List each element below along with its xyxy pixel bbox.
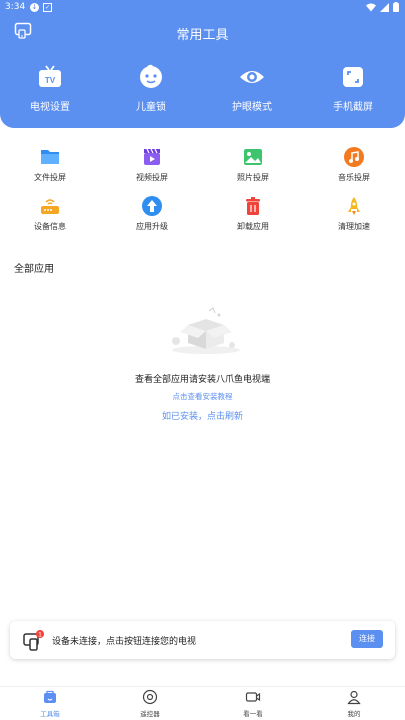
bottom-tab-bar: 工具箱 遥控器 看一看 我的 [0,686,405,720]
tool-device-info[interactable]: 设备信息 [15,195,85,232]
all-apps-title: 全部应用 [14,264,54,275]
tab-label: 工具箱 [40,710,60,718]
empty-message: 查看全部应用请安装八爪鱼电视端 [134,375,270,385]
status-bar: 3:34 ↓ ✓ [0,0,405,16]
quick-action-label: 儿童锁 [136,102,166,113]
task-notification-icon: ✓ [43,3,52,12]
connection-message: 设备未连接，点击按钮连接您的电视 [52,637,197,647]
quick-action-tv-settings[interactable]: TV 电视设置 [10,64,90,113]
remote-icon [142,689,158,705]
video-camera-icon [245,689,261,705]
tool-music-cast[interactable]: 音乐投屏 [319,146,389,183]
quick-action-eye-care[interactable]: 护眼模式 [212,64,292,113]
upgrade-icon [141,195,163,217]
photo-icon [242,146,264,168]
quick-action-label: 电视设置 [30,102,70,113]
tool-clean-boost[interactable]: 清理加速 [319,195,389,232]
tool-video-cast[interactable]: 视频投屏 [117,146,187,183]
user-icon [346,689,362,705]
tab-label: 我的 [347,710,361,718]
tool-file-cast[interactable]: 文件投屏 [15,146,85,183]
refresh-link[interactable]: 如已安装，点击刷新 [0,409,405,422]
battery-icon [393,2,399,15]
eye-icon [239,64,265,90]
tool-uninstall-app[interactable]: 卸载应用 [218,195,288,232]
quick-action-label: 护眼模式 [232,102,272,113]
toolbox-icon [42,689,58,705]
tab-label: 看一看 [243,710,263,718]
video-clapper-icon [141,146,163,168]
tool-label: 视频投屏 [136,173,168,182]
tool-photo-cast[interactable]: 照片投屏 [218,146,288,183]
tool-label: 文件投屏 [34,173,66,182]
svg-text:TV: TV [45,76,56,85]
download-notification-icon: ↓ [30,3,39,12]
notification-badge: 1 [38,632,42,639]
child-face-icon [138,64,164,90]
tab-profile[interactable]: 我的 [324,689,384,718]
tool-label: 音乐投屏 [338,173,370,182]
tool-label: 照片投屏 [237,173,269,182]
screenshot-icon [340,64,366,90]
connect-button[interactable]: 连接 [351,630,383,648]
tab-toolbox[interactable]: 工具箱 [20,689,80,718]
tool-label: 设备信息 [34,222,66,231]
quick-action-label: 手机截屏 [333,102,373,113]
device-disconnected-icon: 1 [23,630,44,651]
wifi-icon [366,3,376,15]
music-icon [343,146,365,168]
tab-remote[interactable]: 遥控器 [120,689,180,718]
tv-icon: TV [37,64,63,90]
status-time: 3:34 [5,2,26,12]
connection-card: 1 设备未连接，点击按钮连接您的电视 连接 [10,621,395,659]
tool-label: 应用升级 [136,222,168,231]
tool-app-upgrade[interactable]: 应用升级 [117,195,187,232]
tool-label: 卸载应用 [237,222,269,231]
router-icon [39,195,61,217]
signal-icon [380,2,389,15]
status-icons [366,2,399,15]
folder-icon [39,146,61,168]
quick-action-screenshot[interactable]: 手机截屏 [313,64,393,113]
quick-action-child-lock[interactable]: 儿童锁 [111,64,191,113]
trash-icon [242,195,264,217]
install-tutorial-link[interactable]: 点击查看安装教程 [0,391,405,402]
page-title: 常用工具 [176,28,229,43]
tab-watch[interactable]: 看一看 [223,689,283,718]
tab-label: 遥控器 [140,710,160,718]
tool-label: 清理加速 [338,222,370,231]
empty-box-illustration [164,305,244,355]
rocket-icon [343,195,365,217]
